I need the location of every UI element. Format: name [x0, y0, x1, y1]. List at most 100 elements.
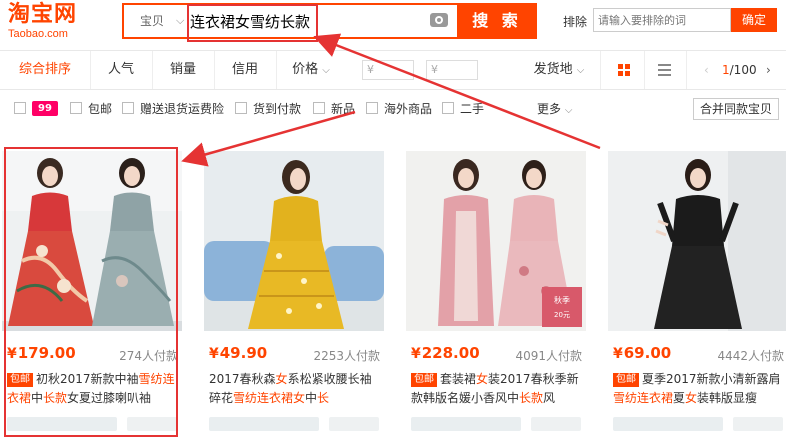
more-label: 更多 [537, 102, 562, 116]
badge-99-icon: 99 [32, 101, 58, 116]
tab-credit[interactable]: 信用 [214, 51, 276, 89]
title-keyword: 女 [685, 391, 698, 405]
filter-new[interactable]: 新品 [331, 100, 355, 117]
title-keyword: 雪纺连衣裙女 [233, 391, 306, 405]
svg-text:20元: 20元 [554, 311, 570, 319]
product-deals: 2253人付款 [313, 349, 380, 363]
sort-bar: 综合排序 人气 销量 信用 价格 ⌵ ¥ ¥ 发货地 ⌵ ‹ 1/100 › [0, 50, 786, 90]
logo-cn-text: 淘宝网 [8, 2, 78, 27]
svg-text:秋季: 秋季 [554, 295, 570, 305]
annotation-box-product [4, 147, 178, 437]
filter-cod[interactable]: 货到付款 [253, 100, 301, 117]
exclude-confirm-button[interactable]: 确定 [731, 8, 777, 32]
free-shipping-tag: 包邮 [411, 373, 437, 387]
divider [644, 51, 645, 89]
price-value: 49.90 [219, 344, 268, 362]
title-keyword: 雪纺连衣裙 [613, 391, 674, 405]
chevron-down-icon: ⌵ [322, 65, 330, 76]
exclude-input[interactable] [593, 8, 731, 32]
search-button[interactable]: 搜 索 [457, 3, 537, 39]
checkbox-free-shipping[interactable] [70, 102, 82, 114]
checkbox-new[interactable] [313, 102, 325, 114]
divider [600, 51, 601, 89]
product-title[interactable]: 包邮 夏季2017新款小清新露肩雪纺连衣裙夏女装韩版显瘦 [613, 370, 783, 408]
chevron-down-icon: ⌵ [564, 105, 573, 116]
camera-icon[interactable] [430, 13, 448, 27]
filter-free-shipping[interactable]: 包邮 [88, 100, 112, 117]
merge-same-items-button[interactable]: 合并同款宝贝 [693, 98, 779, 120]
product-image[interactable]: 秋季 20元 [406, 151, 586, 331]
taobao-logo[interactable]: 淘宝网 Taobao.com [8, 2, 108, 40]
tab-popularity[interactable]: 人气 [90, 51, 152, 89]
product-title[interactable]: 包邮 套装裙女装2017春秋季新款韩版名媛小香风中长款风 [411, 370, 581, 408]
total-pages: /100 [729, 63, 757, 77]
shop-name-blurred [209, 417, 319, 431]
price-value: 228.00 [421, 344, 480, 362]
title-keyword: 女 [476, 372, 489, 386]
logo-en-text: Taobao.com [8, 28, 68, 40]
title-text: 夏季2017新款小清新露肩 [642, 372, 781, 386]
prev-page-icon[interactable]: ‹ [704, 51, 709, 89]
product-image[interactable] [608, 151, 786, 331]
product-deals: 4091人付款 [515, 349, 582, 363]
exclude-label: 排除 [563, 15, 588, 29]
price-to-input[interactable]: ¥ [426, 60, 478, 80]
title-text: 夏 [673, 391, 686, 405]
title-text: 装韩版显瘦 [697, 391, 758, 405]
checkbox-overseas[interactable] [366, 102, 378, 114]
price-from-input[interactable]: ¥ [362, 60, 414, 80]
checkbox-return-insurance[interactable] [122, 102, 134, 114]
tab-price-label: 价格 [292, 62, 319, 77]
search-type-label: 宝贝 [140, 14, 165, 28]
annotation-box-search [187, 4, 318, 42]
taobao-search-page: 淘宝网 Taobao.com 宝贝 ⌵ 搜 索 排除 确定 综合排序 人气 销量… [0, 0, 786, 439]
shop-location-blurred [329, 417, 379, 431]
product-card[interactable]: 秋季 20元 ¥228.00 4091人付款 包邮 套装裙女装2017春秋季新款韩… [406, 151, 586, 439]
title-keyword: 长 [317, 391, 330, 405]
checkbox-cod[interactable] [235, 102, 247, 114]
chevron-down-icon: ⌵ [176, 14, 185, 27]
page-indicator: 1/100 [722, 51, 757, 89]
product-price: ¥69.00 [613, 344, 672, 362]
product-card[interactable]: ¥49.90 2253人付款 2017春秋森女系松紧收腰长袖碎花雪纺连衣裙女中长 [204, 151, 384, 439]
free-shipping-tag: 包邮 [613, 373, 639, 387]
filter-bar: 99 包邮 赠送退货运费险 货到付款 新品 海外商品 二手 更多 ⌵ 合并同款宝… [0, 92, 786, 124]
search-type-select[interactable]: 宝贝 ⌵ [124, 5, 188, 37]
product-deals: 4442人付款 [717, 349, 784, 363]
filter-secondhand[interactable]: 二手 [460, 100, 484, 117]
checkbox-99[interactable] [14, 102, 26, 114]
header: 淘宝网 Taobao.com 宝贝 ⌵ 搜 索 排除 确定 [0, 0, 786, 46]
product-image[interactable] [204, 151, 384, 331]
title-keyword: 女 [275, 372, 288, 386]
shop-location-blurred [531, 417, 581, 431]
tab-price[interactable]: 价格 ⌵ [276, 51, 346, 89]
product-price: ¥228.00 [411, 344, 480, 362]
shop-name-blurred [613, 417, 723, 431]
title-text: 套装裙 [440, 372, 477, 386]
filter-overseas[interactable]: 海外商品 [384, 100, 432, 117]
filter-return-insurance[interactable]: 赠送退货运费险 [140, 100, 224, 117]
more-filters-button[interactable]: 更多 ⌵ [537, 100, 572, 117]
current-page: 1 [722, 63, 730, 77]
product-price: ¥49.90 [209, 344, 268, 362]
title-text: 中 [305, 391, 318, 405]
title-keyword: 长款 [519, 391, 544, 405]
product-title[interactable]: 2017春秋森女系松紧收腰长袖碎花雪纺连衣裙女中长 [209, 370, 379, 408]
product-card[interactable]: ¥69.00 4442人付款 包邮 夏季2017新款小清新露肩雪纺连衣裙夏女装韩版… [608, 151, 786, 439]
title-text: 风 [543, 391, 556, 405]
chevron-down-icon: ⌵ [576, 65, 585, 76]
price-value: 69.00 [623, 344, 672, 362]
title-text: 2017春秋森 [209, 372, 276, 386]
tab-sales[interactable]: 销量 [152, 51, 214, 89]
shop-location-blurred [733, 417, 783, 431]
shop-name-blurred [411, 417, 521, 431]
tab-default-sort[interactable]: 综合排序 [0, 51, 90, 89]
ship-from-label: 发货地 [533, 62, 573, 77]
search-box: 宝贝 ⌵ 搜 索 [122, 3, 537, 39]
divider [686, 51, 687, 89]
list-view-icon[interactable] [658, 64, 671, 76]
checkbox-secondhand[interactable] [442, 102, 454, 114]
ship-from-select[interactable]: 发货地 ⌵ [528, 51, 590, 89]
next-page-icon[interactable]: › [766, 51, 771, 89]
grid-view-icon[interactable] [618, 64, 630, 76]
